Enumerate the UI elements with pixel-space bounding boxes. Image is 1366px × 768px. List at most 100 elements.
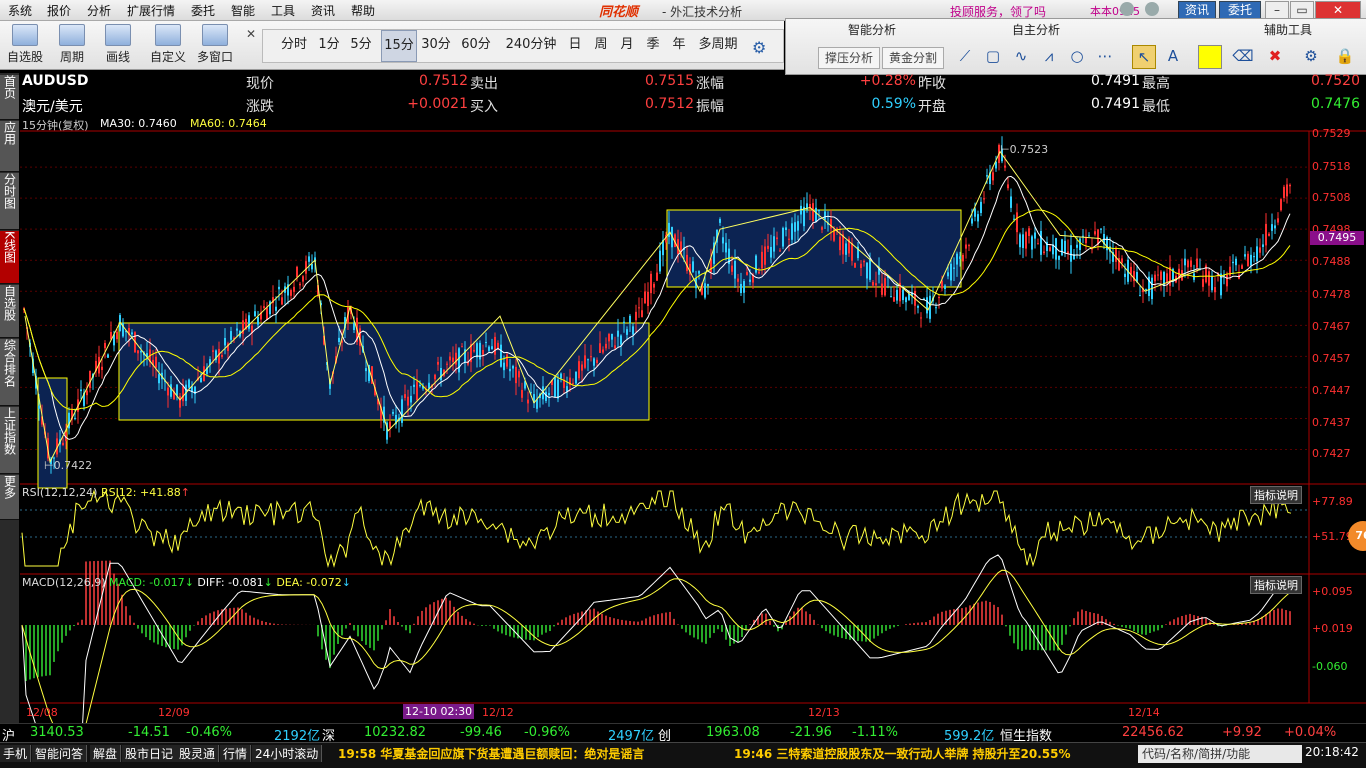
candle-body — [707, 283, 709, 287]
period-15min[interactable]: 15分 — [381, 30, 417, 62]
tab-apps[interactable]: 应用 — [0, 121, 19, 172]
eraser-icon[interactable]: ⌫ — [1232, 45, 1254, 67]
gear-icon[interactable]: ⚙ — [752, 38, 770, 57]
tab-watchlist[interactable]: 自选股 — [0, 285, 19, 338]
aux-tools-header[interactable]: 辅助工具 — [1264, 21, 1312, 38]
period-day[interactable]: 日 — [565, 30, 585, 60]
candle-body — [515, 366, 517, 384]
period-week[interactable]: 周 — [591, 30, 611, 60]
period-fenshi[interactable]: 分时 — [277, 30, 311, 60]
menu-help[interactable]: 帮助 — [351, 2, 375, 19]
curve-tool-icon[interactable]: ∿ — [1010, 45, 1032, 67]
candle-body — [1274, 225, 1276, 229]
candle-body — [1235, 258, 1237, 266]
menu-extended[interactable]: 扩展行情 — [127, 2, 175, 19]
menu-quote[interactable]: 报价 — [47, 2, 71, 19]
line-tool-icon[interactable]: ⟋ — [954, 45, 976, 67]
macd-explain-button[interactable]: 指标说明 — [1250, 576, 1302, 594]
candle-body — [266, 307, 268, 320]
color-picker-icon[interactable] — [1198, 45, 1222, 69]
rect-tool-icon[interactable]: ▢ — [982, 45, 1004, 67]
news-ticker-2[interactable]: 19:46 三特索道控股股东及一致行动人举牌 持股升至20.55% — [734, 745, 1071, 762]
period-30min[interactable]: 30分 — [419, 30, 453, 60]
candle-body — [365, 368, 367, 372]
lock-icon[interactable]: 🔒 — [1334, 45, 1356, 67]
status-tab-analysis[interactable]: 解盘 — [90, 745, 122, 762]
collapse-icon[interactable]: ✕ — [246, 27, 256, 41]
shirt-icon[interactable] — [1145, 2, 1159, 16]
period-multi[interactable]: 多周期 — [695, 30, 741, 60]
candle-body — [38, 405, 40, 409]
search-input[interactable]: 代码/名称/简拼/功能 — [1138, 745, 1302, 763]
candle-body — [602, 349, 604, 353]
news-ticker-1[interactable]: 19:58 华夏基金回应旗下货基遭遇巨额赎回：绝对是谣言 — [338, 745, 644, 762]
menu-info[interactable]: 资讯 — [311, 2, 335, 19]
candle-body — [632, 326, 634, 335]
status-tab-mobile[interactable]: 手机 — [0, 745, 32, 762]
candle-body — [719, 219, 721, 223]
golden-ratio-button[interactable]: 黄金分割 — [882, 47, 944, 69]
status-tab-lingtong[interactable]: 股灵通 — [176, 745, 220, 762]
tab-more[interactable]: 更多 — [0, 475, 19, 520]
period-season[interactable]: 季 — [643, 30, 663, 60]
period-240min[interactable]: 240分钟 — [503, 30, 559, 60]
watchlist-button[interactable]: 自选股 — [6, 24, 44, 65]
status-tab-24h[interactable]: 24小时滚动 — [252, 745, 323, 762]
menu-tools[interactable]: 工具 — [271, 2, 295, 19]
candle-body — [743, 281, 745, 293]
period-1min[interactable]: 1分 — [315, 30, 343, 60]
candle-body — [479, 342, 481, 360]
rsi-explain-button[interactable]: 指标说明 — [1250, 486, 1302, 504]
menu-analysis[interactable]: 分析 — [87, 2, 111, 19]
delete-icon[interactable]: ✖ — [1264, 45, 1286, 67]
tab-kline[interactable]: K线图 — [0, 231, 19, 284]
candle-body — [584, 355, 586, 368]
chart-area[interactable]: AUDUSD 澳元/美元 现价 0.7512 卖出 0.7515 涨幅 +0.2… — [20, 73, 1366, 723]
candle-body — [845, 243, 847, 255]
smart-analysis-header[interactable]: 智能分析 — [848, 21, 896, 38]
candle-body — [410, 395, 412, 403]
tab-timeshare[interactable]: 分时图 — [0, 173, 19, 230]
self-analysis-header[interactable]: 自主分析 — [1012, 21, 1060, 38]
menu-system[interactable]: 系统 — [8, 2, 32, 19]
candle-body — [560, 373, 562, 379]
menu-smart[interactable]: 智能 — [231, 2, 255, 19]
cursor-icon[interactable]: ↖ — [1132, 45, 1156, 69]
candle-body — [644, 291, 646, 304]
multi-window-button[interactable]: 多窗口 — [194, 24, 236, 65]
analysis-panel: 智能分析 自主分析 辅助工具 撑压分析 黄金分割 ⟋ ▢ ∿ ⩘ ○ ⋯ ↖ A… — [785, 18, 1366, 75]
status-tab-diary[interactable]: 股市日记 — [122, 745, 178, 762]
custom-button[interactable]: 自定义 — [148, 24, 188, 65]
left-tabs: 首页 应用 分时图 K线图 自选股 综合排名 上证指数 更多 — [0, 73, 19, 723]
tab-sh-index[interactable]: 上证指数 — [0, 407, 19, 474]
menu-trade[interactable]: 委托 — [191, 2, 215, 19]
draw-line-button[interactable]: 画线 — [100, 24, 136, 65]
more-tool-icon[interactable]: ⋯ — [1094, 45, 1116, 67]
candle-body — [1262, 244, 1264, 247]
period-month[interactable]: 月 — [617, 30, 637, 60]
period-year[interactable]: 年 — [669, 30, 689, 60]
tab-ranking[interactable]: 综合排名 — [0, 339, 19, 406]
support-resist-button[interactable]: 撑压分析 — [818, 47, 880, 69]
candle-body — [1058, 256, 1060, 260]
circle-tool-icon[interactable]: ○ — [1066, 45, 1088, 67]
candle-body — [1076, 244, 1078, 248]
text-tool-icon[interactable]: A — [1162, 45, 1184, 67]
period-5min[interactable]: 5分 — [347, 30, 375, 60]
tab-home[interactable]: 首页 — [0, 75, 19, 120]
wave-tool-icon[interactable]: ⩘ — [1038, 45, 1060, 67]
status-tab-qa[interactable]: 智能问答 — [32, 745, 88, 762]
candle-body — [224, 337, 226, 346]
candle-body — [890, 296, 892, 298]
kline-chart[interactable] — [20, 73, 1366, 723]
candle-body — [305, 261, 307, 274]
candle-body — [416, 381, 418, 401]
period-button[interactable]: 周期 — [52, 24, 92, 65]
candle-body — [1100, 228, 1102, 230]
candle-body — [593, 358, 595, 366]
bell-icon[interactable] — [1120, 2, 1134, 16]
settings-icon[interactable]: ⚙ — [1300, 45, 1322, 67]
candle-body — [1121, 258, 1123, 263]
period-60min[interactable]: 60分 — [459, 30, 493, 60]
status-tab-quote[interactable]: 行情 — [220, 745, 252, 762]
